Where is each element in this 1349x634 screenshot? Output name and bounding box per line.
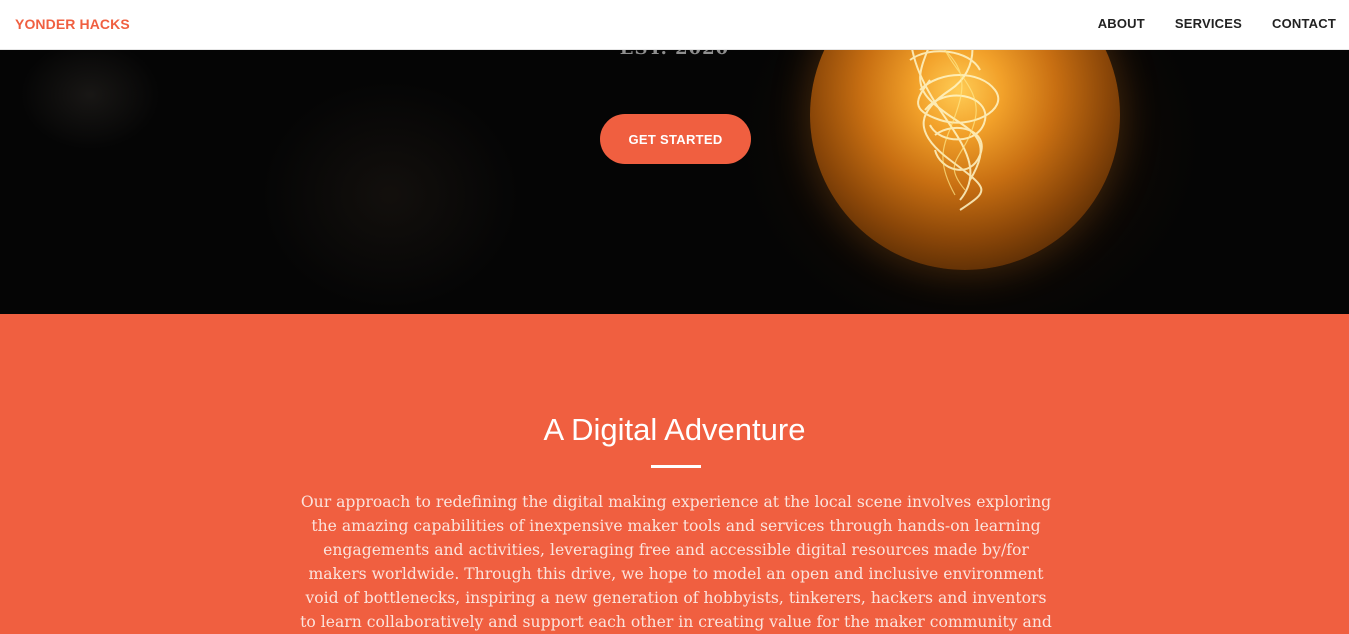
nav-link-services[interactable]: SERVICES <box>1175 16 1242 31</box>
nav-link-about[interactable]: ABOUT <box>1098 16 1145 31</box>
hero-background-shade <box>260 80 520 310</box>
nav-link-contact[interactable]: CONTACT <box>1272 16 1336 31</box>
navbar: YONDER HACKS ABOUT SERVICES CONTACT <box>0 0 1349 50</box>
section-divider <box>651 465 701 468</box>
about-section: A Digital Adventure Our approach to rede… <box>0 314 1349 632</box>
section-title: A Digital Adventure <box>543 412 806 447</box>
section-body-text: Our approach to redefining the digital m… <box>300 493 1052 631</box>
brand-logo-link[interactable]: YONDER HACKS <box>15 16 130 32</box>
get-started-button[interactable]: GET STARTED <box>600 114 751 164</box>
nav-links: ABOUT SERVICES CONTACT <box>1068 16 1336 31</box>
